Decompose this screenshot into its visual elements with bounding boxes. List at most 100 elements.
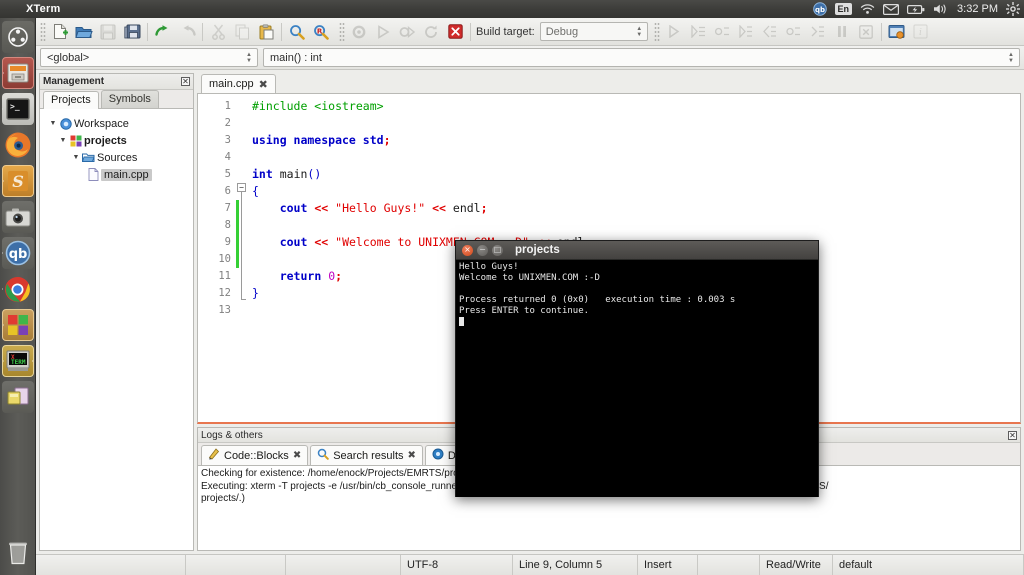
debug-continue-button[interactable]	[662, 20, 686, 44]
cut-button[interactable]	[206, 20, 230, 44]
gear-icon[interactable]	[1006, 0, 1020, 18]
step-out-button[interactable]	[758, 20, 782, 44]
launcher-item-files-nautilus[interactable]	[2, 57, 34, 89]
close-icon[interactable]: ✖	[259, 78, 268, 91]
wifi-indicator-icon[interactable]	[860, 0, 875, 18]
volume-indicator-icon[interactable]	[933, 0, 949, 18]
line-number: 9	[198, 234, 231, 251]
launcher-item-trash[interactable]	[2, 537, 34, 569]
tree-node-main-cpp[interactable]: main.cpp	[44, 166, 193, 183]
logs-close-icon[interactable]: ✕	[1008, 431, 1017, 440]
line-number: 5	[198, 166, 231, 183]
launcher-item-terminal[interactable]: >_	[2, 93, 34, 125]
toolbar-separator	[202, 23, 203, 41]
launcher-item-dash-home[interactable]	[2, 21, 34, 53]
line-number: 6	[198, 183, 231, 200]
build-button[interactable]	[347, 20, 371, 44]
unity-launcher: >_ S qb XTERM	[0, 18, 36, 575]
tab-main-cpp[interactable]: main.cpp ✖	[201, 74, 276, 93]
save-all-button[interactable]	[120, 20, 144, 44]
find-button[interactable]	[285, 20, 309, 44]
spinner-icon[interactable]: ▲▼	[243, 50, 255, 65]
terminal-title: projects	[515, 244, 560, 256]
rebuild-button[interactable]	[419, 20, 443, 44]
tab-projects[interactable]: Projects	[43, 91, 99, 109]
copy-button[interactable]	[230, 20, 254, 44]
expander-icon[interactable]: ▼	[48, 120, 58, 127]
svg-text:S: S	[12, 172, 24, 191]
debugging-windows-button[interactable]	[885, 20, 909, 44]
panel-window-title: XTerm	[26, 3, 60, 15]
next-line-button[interactable]	[710, 20, 734, 44]
battery-indicator-icon[interactable]	[907, 0, 925, 18]
spinner-icon[interactable]: ▲▼	[634, 24, 645, 39]
scope-combo[interactable]: <global> ▲▼	[40, 48, 258, 67]
function-combo[interactable]: main() : int ▲▼	[263, 48, 1020, 67]
build-toolbar: Build target: Debug ▲▼	[335, 19, 650, 45]
run-button[interactable]	[371, 20, 395, 44]
new-file-button[interactable]	[48, 20, 72, 44]
management-close-icon[interactable]: ✕	[181, 77, 190, 86]
save-button[interactable]	[96, 20, 120, 44]
step-into-instruction-button[interactable]	[806, 20, 830, 44]
launcher-item-qbittorrent[interactable]: qb	[2, 237, 34, 269]
undo-button[interactable]	[151, 20, 175, 44]
fold-collapse-icon[interactable]: −	[237, 183, 246, 192]
step-into-button[interactable]	[734, 20, 758, 44]
launcher-item-camera-cheese[interactable]	[2, 201, 34, 233]
launcher-item-google-chrome[interactable]	[2, 273, 34, 305]
stop-debugger-button[interactable]	[854, 20, 878, 44]
management-title: Management	[43, 76, 104, 87]
codeblocks-icon	[208, 448, 220, 463]
terminal-titlebar[interactable]: × − □ projects	[456, 241, 818, 260]
launcher-item-software-updater[interactable]	[2, 381, 34, 413]
launcher-item-firefox[interactable]	[2, 129, 34, 161]
launcher-item-xterm[interactable]: XTERM	[2, 345, 34, 377]
spinner-icon[interactable]: ▲▼	[1005, 50, 1017, 65]
management-tabs: Projects Symbols	[40, 90, 193, 109]
launcher-item-sublime-text[interactable]: S	[2, 165, 34, 197]
replace-button[interactable]: R	[309, 20, 333, 44]
open-file-button[interactable]	[72, 20, 96, 44]
toolbar-grip[interactable]	[339, 22, 345, 42]
toolbar-grip[interactable]	[40, 22, 46, 42]
svg-text:>_: >_	[10, 102, 20, 111]
tree-node-sources[interactable]: ▼ Sources	[44, 149, 193, 166]
redo-button[interactable]	[175, 20, 199, 44]
fold-column[interactable]: −	[236, 94, 248, 422]
toolbar-grip[interactable]	[654, 22, 660, 42]
terminal-maximize-button[interactable]: □	[492, 245, 503, 256]
logs-title: Logs & others	[201, 430, 263, 441]
close-icon[interactable]: ✖	[408, 450, 416, 461]
terminal-close-button[interactable]: ×	[462, 245, 473, 256]
status-profile: default	[833, 555, 1024, 575]
tab-search-results[interactable]: Search results ✖	[310, 445, 423, 465]
messaging-indicator-icon[interactable]	[883, 0, 899, 18]
panel-clock[interactable]: 3:32 PM	[957, 0, 998, 18]
tree-node-projects[interactable]: ▼ projects	[44, 132, 193, 149]
tab-codeblocks[interactable]: Code::Blocks ✖	[201, 445, 308, 465]
tree-node-workspace[interactable]: ▼ Workspace	[44, 115, 193, 132]
expander-icon[interactable]: ▼	[71, 154, 81, 161]
launcher-item-codeblocks[interactable]	[2, 309, 34, 341]
next-instruction-button[interactable]	[782, 20, 806, 44]
various-info-button[interactable]: i	[909, 20, 933, 44]
paste-button[interactable]	[254, 20, 278, 44]
build-target-combo[interactable]: Debug ▲▼	[540, 22, 648, 41]
tab-symbols[interactable]: Symbols	[101, 90, 159, 108]
abort-button[interactable]	[443, 20, 467, 44]
run-to-cursor-button[interactable]	[686, 20, 710, 44]
terminal-window[interactable]: × − □ projects Hello Guys! Welcome to UN…	[455, 240, 819, 497]
qbittorrent-indicator-icon[interactable]: qb	[813, 0, 827, 18]
keyboard-layout-indicator[interactable]: En	[835, 3, 853, 15]
close-icon[interactable]: ✖	[293, 450, 301, 461]
line-number: 1	[198, 98, 231, 115]
break-debugger-button[interactable]	[830, 20, 854, 44]
terminal-minimize-button[interactable]: −	[477, 245, 488, 256]
build-and-run-button[interactable]	[395, 20, 419, 44]
terminal-output[interactable]: Hello Guys! Welcome to UNIXMEN.COM :-D P…	[456, 260, 818, 497]
status-cursor-position: Line 9, Column 5	[513, 555, 638, 575]
expander-icon[interactable]: ▼	[58, 137, 68, 144]
toolbar-row: R Bui	[36, 18, 1024, 46]
line-number: 7	[198, 200, 231, 217]
